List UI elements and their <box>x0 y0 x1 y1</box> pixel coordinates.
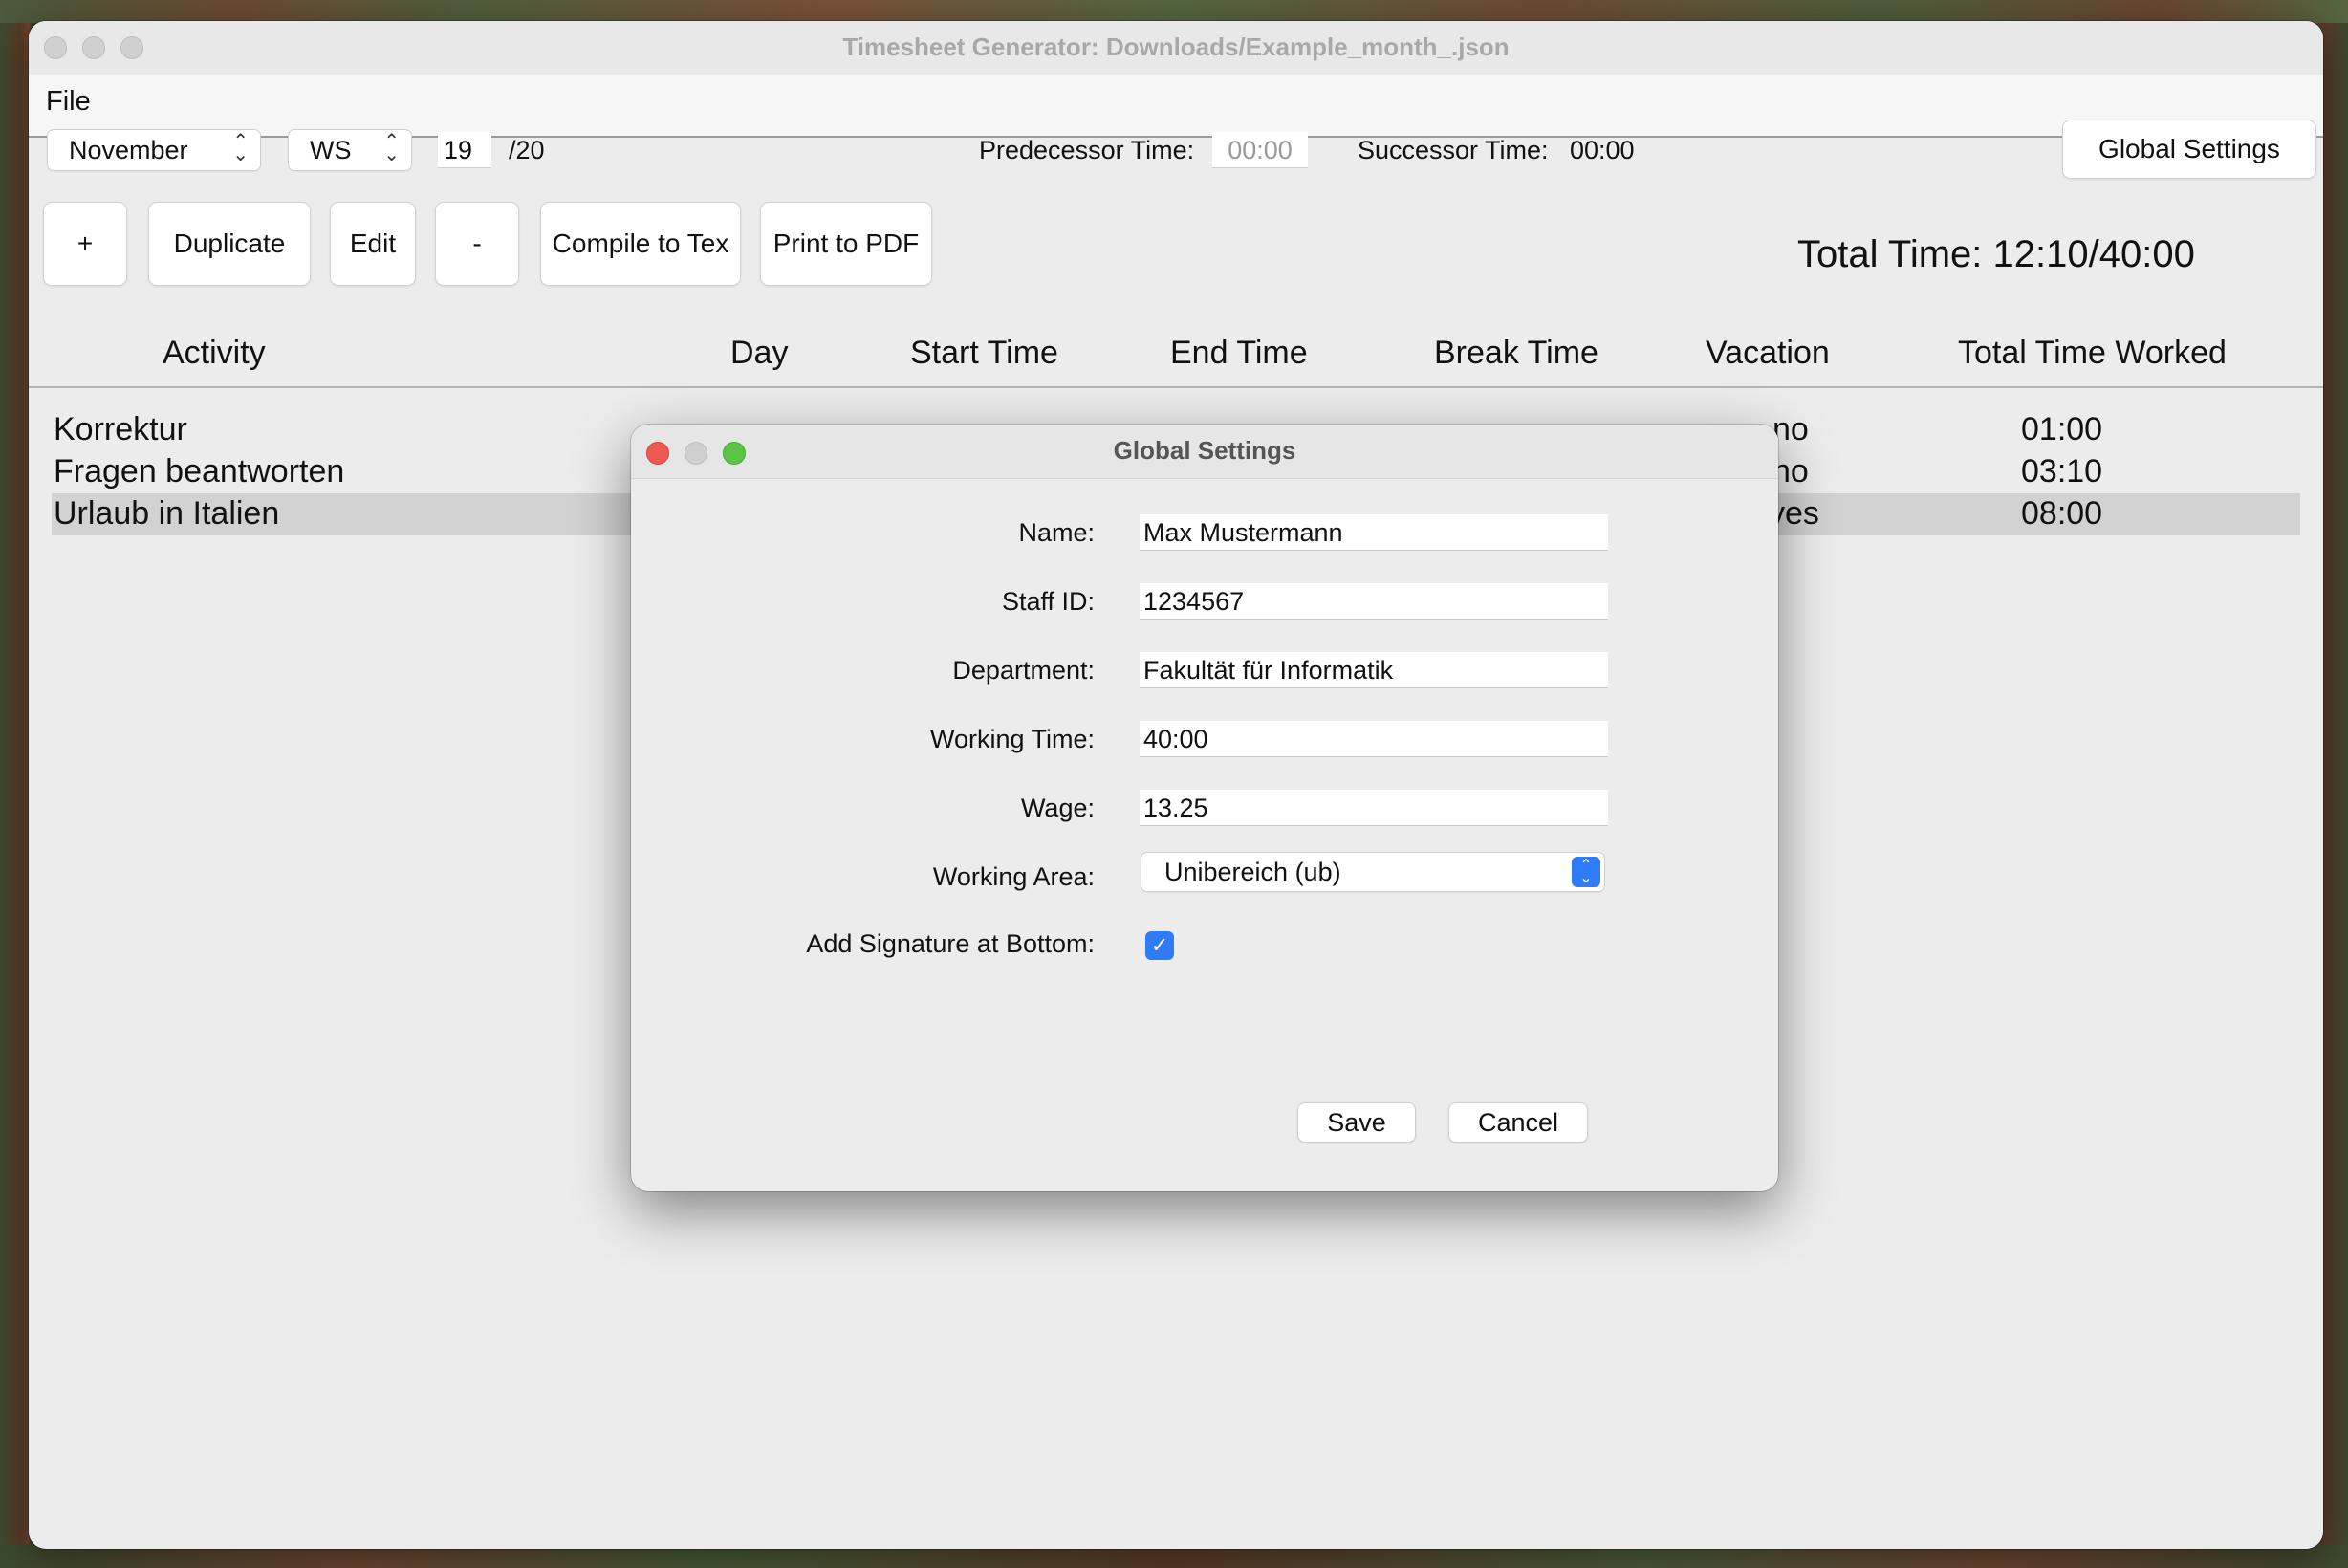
successor-time-value: 00:00 <box>1570 136 1635 164</box>
cell-activity: Urlaub in Italien <box>54 495 280 532</box>
cell-activity: Fragen beantworten <box>54 453 345 490</box>
table-divider <box>29 386 2323 388</box>
name-label: Name: <box>1018 518 1095 547</box>
signature-label: Add Signature at Bottom: <box>806 929 1095 958</box>
checkmark-icon: ✓ <box>1150 933 1169 957</box>
cell-total-time: 03:10 <box>2021 453 2103 490</box>
chevron-updown-icon: ⌃ ⌄ <box>232 131 249 165</box>
dialog-title: Global Settings <box>1113 436 1296 465</box>
remove-button[interactable]: - <box>436 203 518 285</box>
edit-button[interactable]: Edit <box>331 203 415 285</box>
working-area-label: Working Area: <box>932 862 1095 891</box>
column-header-start-time[interactable]: Start Time <box>910 335 1058 372</box>
column-header-activity[interactable]: Activity <box>163 335 266 372</box>
working-time-field[interactable]: 40:00 <box>1140 721 1608 757</box>
working-area-select[interactable]: Unibereich (ub) ⌃ ⌄ <box>1141 853 1604 891</box>
cell-activity: Korrektur <box>54 411 187 447</box>
month-select[interactable]: November ⌃ ⌄ <box>48 130 260 170</box>
semester-select[interactable]: WS ⌃ ⌄ <box>289 130 411 170</box>
semester-select-value: WS <box>310 136 352 164</box>
department-field[interactable]: Fakultät für Informatik <box>1140 652 1608 688</box>
chevron-updown-icon: ⌃ ⌄ <box>1572 857 1600 887</box>
main-window: Timesheet Generator: Downloads/Example_m… <box>29 21 2323 1549</box>
print-to-pdf-button[interactable]: Print to PDF <box>761 203 931 285</box>
working-area-value: Unibereich (ub) <box>1164 858 1341 886</box>
add-button[interactable]: + <box>44 203 126 285</box>
column-header-vacation[interactable]: Vacation <box>1706 335 1830 372</box>
window-title: Timesheet Generator: Downloads/Example_m… <box>842 33 1510 61</box>
chevron-updown-icon: ⌃ ⌄ <box>383 131 400 165</box>
compile-to-tex-button[interactable]: Compile to Tex <box>541 203 740 285</box>
total-time: Total Time: 12:10/40:00 <box>1797 233 2195 275</box>
predecessor-time-input[interactable]: 00:00 <box>1212 132 1308 168</box>
save-button[interactable]: Save <box>1298 1103 1415 1142</box>
wage-field[interactable]: 13.25 <box>1140 790 1608 826</box>
name-field[interactable]: Max Mustermann <box>1140 514 1608 551</box>
wage-label: Wage: <box>1020 794 1095 822</box>
desktop-background <box>0 0 2348 23</box>
dialog-titlebar: Global Settings <box>631 425 1778 479</box>
global-settings-dialog: Global Settings Name: Max Mustermann Sta… <box>631 425 1778 1191</box>
column-header-day[interactable]: Day <box>730 335 788 372</box>
global-settings-button[interactable]: Global Settings <box>2063 120 2315 178</box>
month-select-value: November <box>69 136 188 164</box>
column-header-break-time[interactable]: Break Time <box>1434 335 1598 372</box>
column-header-end-time[interactable]: End Time <box>1170 335 1308 372</box>
window-titlebar: Timesheet Generator: Downloads/Example_m… <box>29 21 2323 76</box>
cancel-button[interactable]: Cancel <box>1449 1103 1587 1142</box>
duplicate-button[interactable]: Duplicate <box>149 203 310 285</box>
menu-file[interactable]: File <box>46 86 91 118</box>
successor-time-label: Successor Time: <box>1358 136 1549 164</box>
column-header-total-time-worked[interactable]: Total Time Worked <box>1958 335 2227 372</box>
signature-checkbox[interactable]: ✓ <box>1145 931 1174 960</box>
working-time-label: Working Time: <box>929 725 1095 753</box>
staff-id-label: Staff ID: <box>1001 587 1095 616</box>
department-label: Department: <box>952 656 1095 685</box>
cell-total-time: 01:00 <box>2021 411 2103 447</box>
menu-bar: File <box>29 75 2323 138</box>
year-input[interactable]: 19 <box>438 132 491 168</box>
predecessor-time-label: Predecessor Time: <box>979 136 1195 164</box>
cell-total-time: 08:00 <box>2021 495 2103 532</box>
staff-id-field[interactable]: 1234567 <box>1140 583 1608 620</box>
year-suffix: /20 <box>509 136 545 164</box>
